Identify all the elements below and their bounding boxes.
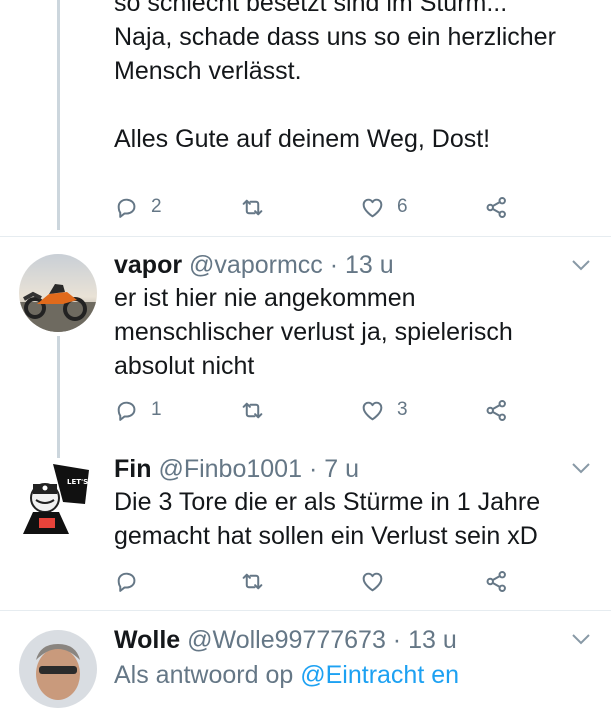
user-handle[interactable]: @Wolle99777673 [187, 626, 386, 654]
like-button[interactable]: 3 [360, 395, 408, 425]
tweet-thread: so schlecht besetzt sind im Sturm... Naj… [0, 0, 611, 708]
divider [0, 610, 611, 611]
tweet-text-line: gemacht hat sollen ein Verlust sein xD [114, 522, 538, 550]
chevron-down-icon [572, 260, 590, 271]
tweet-text-line: absolut nicht [114, 352, 255, 380]
tweet-text-line: Naja, schade dass uns so ein herzlicher [114, 23, 556, 51]
timestamp[interactable]: 13 u [345, 251, 394, 279]
thread-line [57, 336, 60, 458]
share-button[interactable] [484, 192, 509, 222]
share-button[interactable] [484, 566, 509, 596]
share-icon [486, 399, 506, 421]
retweet-icon [242, 402, 263, 418]
like-button[interactable]: 6 [360, 192, 408, 222]
separator-dot: · [392, 626, 402, 654]
retweet-button[interactable] [240, 395, 265, 425]
display-name[interactable]: Fin [114, 455, 152, 483]
retweet-icon [242, 573, 263, 589]
share-icon [486, 196, 506, 218]
tweet-menu-button[interactable] [570, 632, 592, 646]
display-name[interactable]: vapor [114, 251, 182, 279]
chevron-down-icon [572, 463, 590, 474]
tweet-actions: 2 6 [114, 192, 584, 222]
like-count: 6 [397, 196, 408, 217]
tweet-text-line: menschlischer verlust ja, spielerisch [114, 318, 513, 346]
display-name[interactable]: Wolle [114, 626, 180, 654]
share-button[interactable] [484, 395, 509, 425]
tweet-text-line: so schlecht besetzt sind im Sturm... [114, 0, 508, 17]
heart-icon [362, 401, 383, 420]
reply-count: 1 [151, 399, 162, 420]
avatar-lettering: LET'S GO! [67, 478, 97, 486]
user-handle[interactable]: @vapormcc [189, 251, 323, 279]
replying-to-label: Als antwoord op [114, 661, 294, 689]
retweet-button[interactable] [240, 566, 265, 596]
reply-button[interactable]: 2 [114, 192, 162, 222]
divider [0, 236, 611, 237]
tweet-actions: 1 3 [114, 395, 584, 425]
thread-line [57, 0, 60, 230]
tweet-header: Fin @Finbo1001 · 7 u [114, 454, 359, 484]
tweet-text-line: Mensch verlässt. [114, 57, 302, 85]
tweet-actions [114, 566, 584, 596]
tweet-text-line: er ist hier nie angekommen [114, 284, 416, 312]
reply-count: 2 [151, 196, 162, 217]
chevron-down-icon [572, 634, 590, 645]
retweet-icon [242, 199, 263, 215]
user-handle[interactable]: @Finbo1001 [158, 455, 302, 483]
heart-icon [362, 572, 383, 591]
reply-icon [117, 572, 136, 592]
tweet-text: Die 3 Tore die er als Stürme in 1 Jahre … [114, 485, 584, 553]
separator-dot: · [308, 455, 318, 483]
tweet-header: Wolle @Wolle99777673 · 13 u [114, 625, 457, 655]
tweet-text-line: Alles Gute auf deinem Weg, Dost! [114, 125, 491, 153]
tweet-text: er ist hier nie angekommen menschlischer… [114, 281, 584, 383]
avatar[interactable] [19, 630, 97, 708]
retweet-button[interactable] [240, 192, 265, 222]
avatar[interactable] [19, 254, 97, 332]
like-button[interactable] [360, 566, 385, 596]
reply-button[interactable] [114, 566, 139, 596]
mention-link[interactable]: @Eintracht en [300, 661, 459, 689]
reply-icon [117, 198, 136, 218]
tweet-header: vapor @vapormcc · 13 u [114, 250, 394, 280]
separator-dot: · [329, 251, 339, 279]
tweet-menu-button[interactable] [570, 258, 592, 272]
tweet-text-line: Die 3 Tore die er als Stürme in 1 Jahre [114, 488, 541, 516]
reply-button[interactable]: 1 [114, 395, 162, 425]
reply-icon [117, 401, 136, 421]
replying-to: Als antwoord op @Eintracht en [114, 660, 459, 690]
avatar[interactable]: LET'S GO! [19, 458, 106, 536]
tweet-menu-button[interactable] [570, 461, 592, 475]
tweet-text: so schlecht besetzt sind im Sturm... Naj… [114, 0, 594, 156]
heart-icon [362, 198, 383, 217]
timestamp[interactable]: 13 u [408, 626, 457, 654]
timestamp[interactable]: 7 u [324, 455, 359, 483]
share-icon [486, 570, 506, 592]
like-count: 3 [397, 399, 408, 420]
